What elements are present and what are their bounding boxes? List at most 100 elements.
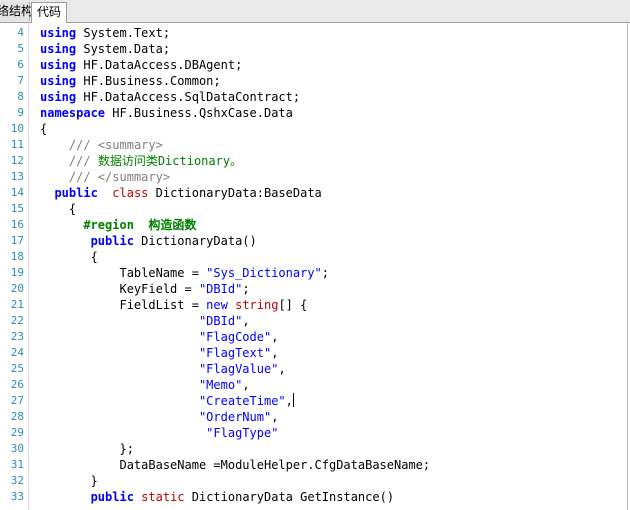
code-line[interactable]: 8 using HF.DataAccess.SqlDataContract; (0, 89, 620, 105)
line-number: 10 (10, 122, 24, 135)
code-token: ; (242, 282, 250, 296)
line-number: 29 (10, 426, 24, 439)
code-text: { (40, 249, 98, 265)
code-line[interactable]: 11 /// <summary> (0, 137, 620, 153)
code-token: namespace (40, 106, 106, 120)
code-text: using System.Data; (40, 41, 170, 57)
line-number: 32 (10, 474, 24, 487)
line-number: 6 (17, 58, 24, 71)
code-line[interactable]: 7 using HF.Business.Common; (0, 73, 620, 89)
line-number: 27 (10, 394, 24, 407)
code-token: , (271, 410, 279, 424)
code-line[interactable]: 28 "OrderNum", (0, 409, 620, 425)
code-line[interactable]: 22 "DBId", (0, 313, 620, 329)
code-text: using HF.DataAccess.SqlDataContract; (40, 89, 300, 105)
code-token: static (141, 490, 185, 504)
code-token: 数据访问类Dictionary。 (90, 154, 243, 168)
code-text: #region 构造函数 (40, 217, 196, 233)
code-token: KeyField = (40, 282, 199, 296)
code-token: }; (40, 442, 134, 456)
code-line[interactable]: 29 "FlagType" (0, 425, 620, 441)
code-line[interactable]: 4 using System.Text; (0, 25, 620, 41)
code-token: { (40, 122, 48, 136)
code-line[interactable]: 9 namespace HF.Business.QshxCase.Data (0, 105, 620, 121)
code-token: /// (68, 138, 91, 152)
code-token: "Sys_Dictionary" (206, 266, 322, 280)
code-line[interactable]: 19 TableName = "Sys_Dictionary"; (0, 265, 620, 281)
code-text: "FlagValue", (40, 361, 286, 377)
line-number: 13 (10, 170, 24, 183)
tab-structure[interactable]: 络结构 (0, 2, 33, 21)
code-line[interactable]: 31 DataBaseName =ModuleHelper.CfgDataBas… (0, 457, 620, 473)
code-text: using HF.DataAccess.DBAgent; (40, 57, 242, 73)
code-text: "CreateTime", (40, 393, 294, 409)
code-text: { (40, 201, 76, 217)
line-number: 30 (10, 442, 24, 455)
code-token: /// (68, 154, 91, 168)
code-token: "FlagValue" (198, 362, 279, 376)
code-line[interactable]: 24 "FlagText", (0, 345, 620, 361)
code-text: TableName = "Sys_Dictionary"; (40, 265, 329, 281)
code-text: public class DictionaryData:BaseData (40, 185, 322, 201)
code-line[interactable]: 10 { (0, 121, 620, 137)
code-token: , (271, 330, 279, 344)
code-editor[interactable]: 4 using System.Text; 5 using System.Data; 6 u… (0, 23, 628, 510)
code-token: , (278, 362, 286, 376)
code-line[interactable]: 25 "FlagValue", (0, 361, 620, 377)
code-token: <summary> (90, 138, 163, 152)
code-line[interactable]: 12 /// 数据访问类Dictionary。 (0, 153, 620, 169)
code-token: HF.DataAccess.DBAgent; (76, 58, 243, 72)
line-number: 9 (17, 106, 24, 119)
code-line[interactable]: 21 FieldList = new string[] { (0, 297, 620, 313)
line-number: 17 (10, 234, 24, 247)
code-token: HF.Business.QshxCase.Data (105, 106, 293, 120)
line-number: 26 (10, 378, 24, 391)
code-line[interactable]: 17 public DictionaryData() (0, 233, 620, 249)
code-token: public (90, 234, 134, 248)
code-token: "FlagCode" (198, 330, 272, 344)
code-token: DictionaryData:BaseData (148, 186, 322, 200)
code-token: using (40, 58, 77, 72)
code-line[interactable]: 18 { (0, 249, 620, 265)
code-token: System.Text; (76, 26, 171, 40)
code-token: #region 构造函数 (83, 218, 197, 232)
line-number: 5 (17, 42, 24, 55)
line-number: 15 (10, 202, 24, 215)
line-number: 7 (17, 74, 24, 87)
code-line[interactable]: 26 "Memo", (0, 377, 620, 393)
code-line[interactable]: 6 using HF.DataAccess.DBAgent; (0, 57, 620, 73)
code-line[interactable]: 14 public class DictionaryData:BaseData (0, 185, 620, 201)
code-line[interactable]: 20 KeyField = "DBId"; (0, 281, 620, 297)
code-text: namespace HF.Business.QshxCase.Data (40, 105, 293, 121)
code-line[interactable]: 13 /// </summary> (0, 169, 620, 185)
code-text: /// <summary> (40, 137, 163, 153)
tab-bar: 络结构 代码 (0, 0, 630, 23)
tab-code[interactable]: 代码 (31, 2, 67, 23)
code-text: "FlagType" (40, 425, 278, 441)
code-line[interactable]: 5 using System.Data; (0, 41, 620, 57)
code-text: DataBaseName =ModuleHelper.CfgDataBaseNa… (40, 457, 430, 473)
code-token: FieldList = (40, 298, 207, 312)
code-line[interactable]: 16 #region 构造函数 (0, 217, 620, 233)
code-token: /// (68, 170, 91, 184)
code-token: "DBId" (198, 282, 243, 296)
line-number: 11 (10, 138, 24, 151)
code-token: ; (321, 266, 329, 280)
code-text: }; (40, 441, 134, 457)
code-line[interactable]: 32 } (0, 473, 620, 489)
code-line[interactable]: 33 public static DictionaryData GetInsta… (0, 489, 620, 505)
code-line[interactable]: 30 }; (0, 441, 620, 457)
line-number: 16 (10, 218, 24, 231)
line-number: 21 (10, 298, 24, 311)
code-line[interactable]: 23 "FlagCode", (0, 329, 620, 345)
code-text: /// 数据访问类Dictionary。 (40, 153, 242, 169)
line-number: 14 (10, 186, 24, 199)
code-token: "Memo" (198, 378, 243, 392)
code-line[interactable]: 15 { (0, 201, 620, 217)
code-line[interactable]: 27 "CreateTime", (0, 393, 620, 409)
